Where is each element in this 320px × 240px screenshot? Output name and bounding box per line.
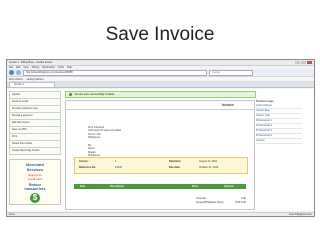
menu-file[interactable]: File	[9, 66, 13, 69]
navigation-toolbar: http://www.billingboss.com/invoices/3825…	[7, 69, 314, 77]
promo-title-2: Services	[26, 167, 44, 172]
column-amount: Amount	[224, 185, 234, 188]
from-country: Philippines	[88, 136, 101, 140]
slide-title: Save Invoice	[105, 24, 215, 45]
date-label: Date/time:	[169, 160, 182, 163]
amount-currency-value: PHP 0.00	[235, 200, 246, 204]
sidebar-item-recurring[interactable]: Create Recurring Invoice	[9, 148, 61, 155]
back-button[interactable]	[9, 70, 14, 75]
promo-line-4: transact fees	[24, 187, 46, 191]
merchant-services-promo[interactable]: Merchant Services Signup for credit card…	[9, 159, 61, 205]
page-content: Upload Send an email Preview customer co…	[7, 89, 314, 211]
template-panel: Preview a logo Quick Change Classic Blue…	[256, 100, 302, 144]
sidebar-item-edit[interactable]: Edit this invoice	[9, 120, 61, 127]
line-items-header: Item Description Price Amount	[74, 184, 246, 189]
template-custom[interactable]: Custom	[256, 139, 302, 144]
column-description: Description	[110, 185, 124, 188]
promo-line-2: credit card	[27, 177, 42, 181]
amount-currency-label: Amount(Philippine Peso)	[196, 200, 224, 204]
sidebar-item-save-pdf[interactable]: Save as PDF	[9, 127, 61, 134]
invoice-number-label: Invoice:	[79, 160, 89, 163]
success-notification: Invoice was successfully created.	[65, 91, 256, 98]
forward-button[interactable]	[16, 70, 21, 75]
reference-value: 12345	[115, 166, 122, 169]
amount-currency-row: Amount(Philippine Peso) PHP 0.00	[196, 201, 246, 205]
due-date-value: October 21, 2010	[199, 166, 219, 169]
column-price: Price	[192, 185, 199, 188]
address-bar[interactable]: http://www.billingboss.com/invoices/3825…	[23, 69, 207, 76]
sidebar-item-delete[interactable]: Delete this invoice	[9, 141, 61, 148]
check-icon	[69, 92, 72, 96]
invoice-header: Invoice	[66, 101, 254, 110]
browser-window: Invoice 1 - Billing Boss - Mozilla Firef…	[6, 59, 315, 217]
tab-invoice[interactable]: Invoice 1	[9, 82, 55, 87]
search-input[interactable]: Google	[209, 69, 253, 76]
success-message: Invoice was successfully created.	[74, 93, 115, 96]
menu-edit[interactable]: Edit	[16, 66, 20, 69]
tab-bar: Invoice 1	[7, 82, 314, 88]
promo-title-1: Merchant	[26, 162, 44, 167]
window-controls	[294, 61, 312, 64]
sidebar-item-preview[interactable]: Preview customer copy	[9, 106, 61, 113]
column-item: Item	[80, 185, 86, 188]
sidebar-item-upload[interactable]: Upload	[9, 91, 61, 99]
status-text: Done	[9, 213, 15, 216]
invoice-totals: Total due 0.00 Amount(Philippine Peso) P…	[196, 197, 246, 204]
sidebar-item-record-payment[interactable]: Record a payment	[9, 113, 61, 120]
date-value: August 11, 2010	[199, 160, 218, 163]
invoice-number-value: 1	[115, 160, 117, 163]
bookmark-getting-started[interactable]: Getting Started	[27, 78, 44, 81]
bookmark-most-visited[interactable]: Most Visited	[9, 78, 23, 81]
minimize-button[interactable]	[295, 61, 300, 64]
due-date-label: Due date:	[169, 166, 181, 169]
maximize-button[interactable]	[301, 61, 306, 64]
sidebar: Upload Send an email Preview customer co…	[9, 91, 61, 205]
status-domain: www.billingboss.com	[288, 213, 312, 216]
sidebar-item-send-email[interactable]: Send an email	[9, 99, 61, 106]
status-bar: Done www.billingboss.com	[7, 212, 314, 216]
sidebar-item-print[interactable]: Print	[9, 134, 61, 141]
window-title: Invoice 1 - Billing Boss - Mozilla Firef…	[9, 61, 53, 64]
dollar-icon: $	[30, 193, 40, 203]
invoice-heading: Invoice	[221, 103, 234, 107]
invoice-to: To: Aileen Makati Philippines	[88, 144, 100, 158]
invoice-document: Invoice Pros Industrial 1200 Main St Sui…	[65, 100, 255, 210]
invoice-meta-box: Invoice: 1 Date/time: August 11, 2010 Re…	[74, 157, 248, 174]
close-button[interactable]	[307, 61, 312, 64]
template-panel-heading: Preview a logo	[256, 100, 274, 103]
reference-label: Reference No:	[79, 166, 96, 169]
invoice-from: Pros Industrial 1200 Main St Suite Anna …	[88, 126, 121, 140]
